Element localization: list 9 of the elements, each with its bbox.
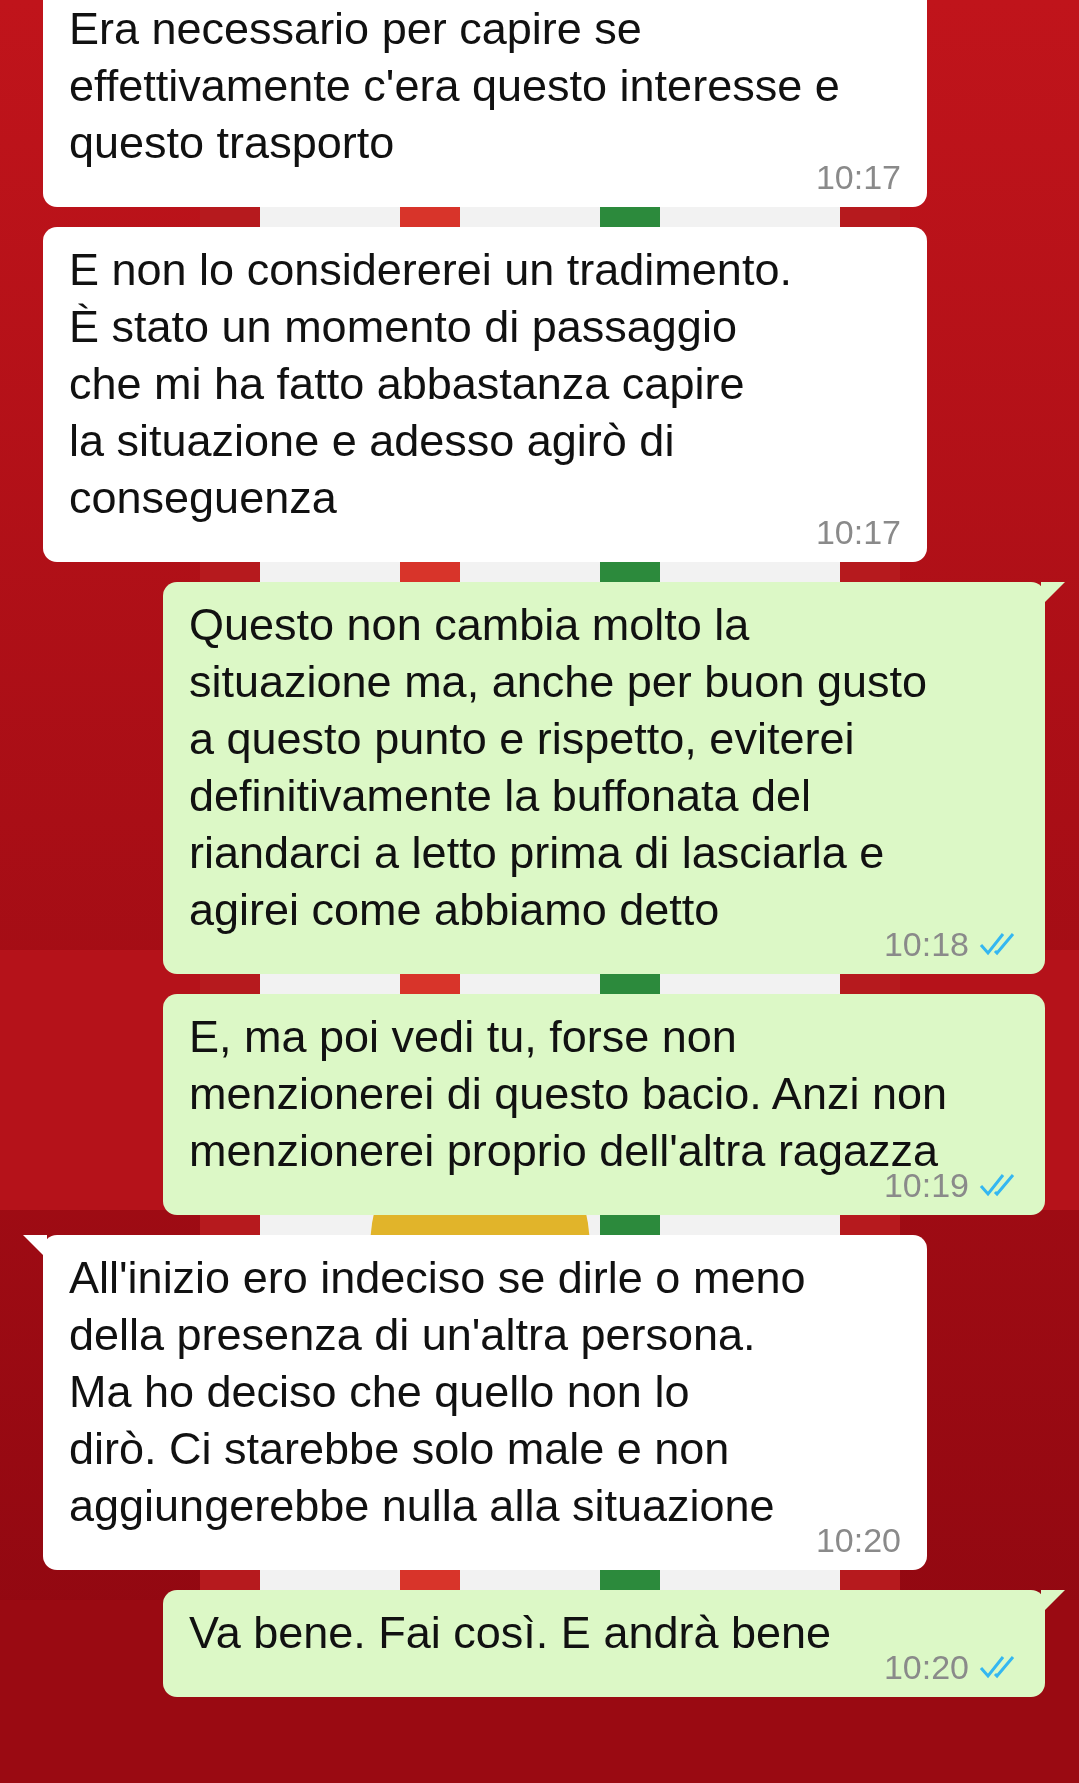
message-time: 10:20 xyxy=(815,1520,901,1560)
message-text: Va bene. Fai così. E andrà bene xyxy=(189,1606,833,1660)
message-time: 10:19 xyxy=(883,1166,969,1205)
message-text: E non lo considererei un tradimento. È stato un momento di passaggio che mi ha fatto abbastanza capire la situazione e adesso agirò di conseguenza xyxy=(69,243,793,525)
message-time: 10:17 xyxy=(815,512,901,552)
message-text: All'inizio ero indeciso se dirle o meno della presenza di un'altra persona. Ma ho deciso che quello non lo dirò. Ci starebbe solo male e non aggiungerebbe nulla alla situazione xyxy=(69,1251,807,1533)
message-time: 10:20 xyxy=(883,1647,969,1687)
message-time: 10:18 xyxy=(883,924,969,964)
message-time: 10:17 xyxy=(815,157,901,197)
